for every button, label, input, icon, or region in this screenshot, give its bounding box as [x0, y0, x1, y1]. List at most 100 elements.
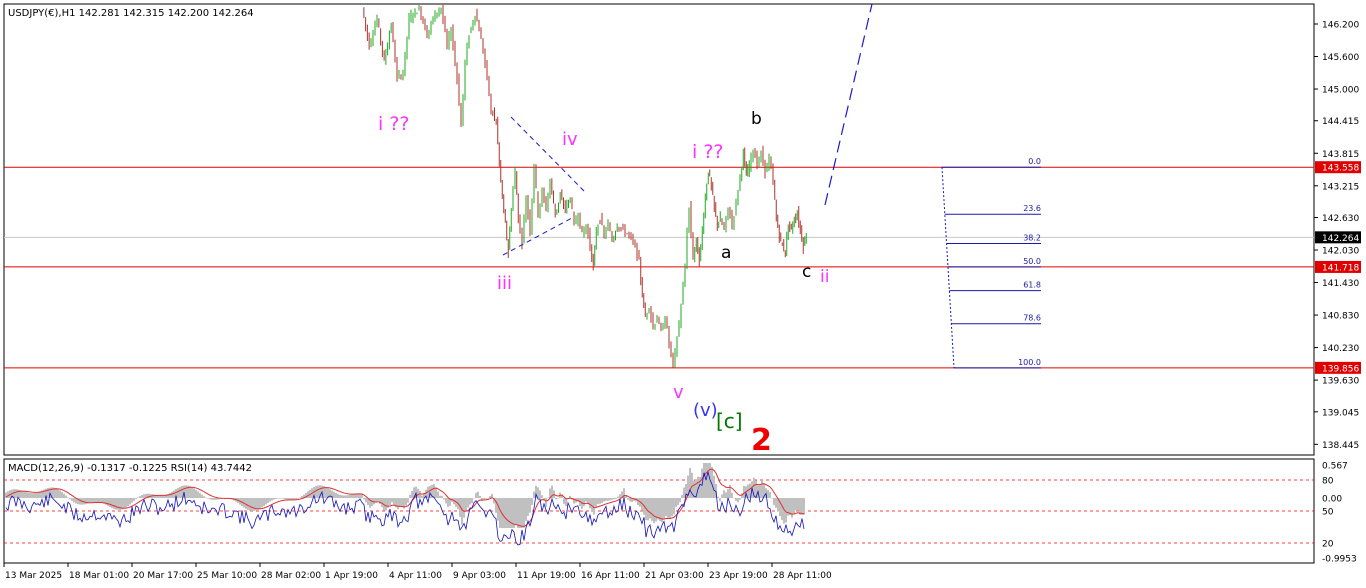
macd-histogram-bar	[463, 498, 465, 518]
macd-histogram-bar	[437, 491, 439, 498]
macd-histogram-bar	[477, 491, 479, 498]
wave-label: c	[802, 262, 811, 282]
macd-histogram-bar	[723, 490, 725, 498]
macd-histogram-bar	[351, 494, 353, 498]
macd-histogram-bar	[667, 498, 669, 518]
macd-histogram-bar	[67, 497, 69, 498]
macd-histogram-bar	[377, 498, 379, 501]
macd-histogram-bar	[197, 491, 199, 498]
price-tick-label: 139.045	[1322, 408, 1359, 418]
macd-histogram-bar	[389, 498, 391, 505]
macd-histogram-bar	[391, 498, 393, 503]
time-tick-label: 28 Apr 11:00	[773, 571, 832, 581]
macd-histogram-bar	[689, 467, 691, 498]
macd-histogram-bar	[215, 498, 217, 500]
macd-histogram-bar	[781, 498, 783, 521]
macd-histogram-bar	[677, 498, 679, 505]
macd-histogram-bar	[73, 498, 75, 503]
macd-histogram-bar	[407, 498, 409, 503]
macd-histogram-bar	[277, 498, 279, 499]
wave-label: (v)	[693, 400, 718, 421]
macd-histogram-bar	[133, 498, 135, 501]
macd-histogram-bar	[771, 498, 773, 499]
time-tick-label: 9 Apr 03:00	[453, 571, 506, 581]
macd-histogram-bar	[93, 498, 95, 503]
macd-histogram-bar	[209, 498, 211, 500]
macd-histogram-bar	[505, 498, 507, 528]
macd-histogram-bar	[665, 498, 667, 517]
macd-histogram-bar	[123, 498, 125, 509]
macd-histogram-bar	[467, 498, 469, 508]
macd-histogram-bar	[719, 498, 721, 502]
time-tick-label: 28 Mar 02:00	[261, 571, 321, 581]
macd-histogram-bar	[343, 495, 345, 498]
macd-histogram-bar	[109, 498, 111, 508]
macd-histogram-bar	[37, 492, 39, 498]
macd-histogram-bar	[773, 498, 775, 505]
price-tick-label: 145.000	[1322, 86, 1359, 96]
macd-histogram-bar	[605, 498, 607, 501]
macd-histogram-bar	[721, 494, 723, 498]
macd-histogram-bar	[515, 498, 517, 526]
fib-level-label: 0.0	[1028, 157, 1041, 166]
macd-histogram-bar	[33, 492, 35, 498]
macd-histogram-bar	[673, 498, 675, 515]
macd-histogram-bar	[281, 498, 283, 499]
macd-histogram-bar	[97, 498, 99, 503]
price-chart[interactable]: 0.0 23.6 38.2 50.0 61.8 78.6 100.0 143.558 141.…	[0, 0, 1366, 588]
macd-histogram-bar	[793, 498, 795, 514]
wave-label: v	[673, 382, 684, 403]
macd-histogram-bar	[205, 497, 207, 499]
macd-histogram-bar	[529, 498, 531, 513]
macd-histogram-bar	[117, 498, 119, 510]
macd-histogram-bar	[471, 498, 473, 504]
wave-label: a	[721, 243, 731, 263]
fib-level-label: 61.8	[1023, 281, 1041, 290]
wave-label: i ??	[378, 113, 410, 135]
macd-histogram-bar	[399, 498, 401, 506]
macd-histogram-bar	[499, 498, 501, 528]
macd-histogram-bar	[273, 498, 275, 500]
macd-histogram-bar	[607, 498, 609, 501]
macd-histogram-bar	[339, 494, 341, 498]
level-price-label: 141.718	[1322, 263, 1359, 273]
fib-level-label: 78.6	[1023, 314, 1041, 323]
wave-label: ii	[820, 267, 829, 287]
macd-histogram-bar	[397, 498, 399, 510]
macd-histogram-bar	[345, 495, 347, 498]
macd-histogram-bar	[259, 498, 261, 509]
fib-level-label: 38.2	[1023, 234, 1041, 243]
macd-histogram-bar	[707, 463, 709, 498]
indicator-tick-label: 0.00	[1322, 495, 1342, 505]
macd-histogram-bar	[107, 498, 109, 506]
macd-histogram-bar	[315, 486, 317, 498]
macd-histogram-bar	[525, 498, 527, 521]
macd-histogram-bar	[85, 498, 87, 505]
macd-histogram-bar	[517, 498, 519, 528]
macd-histogram-bar	[335, 493, 337, 498]
price-tick-label: 145.600	[1322, 53, 1359, 63]
macd-histogram-bar	[299, 497, 301, 498]
macd-histogram-bar	[95, 498, 97, 503]
macd-histogram-bar	[201, 494, 203, 498]
macd-histogram-bar	[393, 498, 395, 506]
macd-histogram-bar	[265, 498, 267, 505]
macd-histogram-bar	[27, 492, 29, 498]
macd-histogram-bar	[59, 490, 61, 498]
macd-histogram-bar	[207, 498, 209, 499]
macd-histogram-bar	[247, 498, 249, 510]
fib-level-label: 50.0	[1023, 257, 1041, 266]
macd-histogram-bar	[473, 498, 475, 499]
indicator-tick-label: -0.9953	[1322, 555, 1357, 565]
wave-label: b	[751, 109, 762, 129]
macd-histogram-bar	[191, 487, 193, 498]
macd-histogram-bar	[193, 488, 195, 498]
macd-histogram-bar	[363, 498, 365, 500]
macd-histogram-bar	[539, 490, 541, 498]
macd-histogram-bar	[353, 493, 355, 498]
macd-histogram-bar	[731, 492, 733, 498]
macd-histogram-bar	[739, 498, 741, 500]
macd-histogram-bar	[135, 498, 137, 500]
time-tick-label: 18 Mar 01:00	[69, 571, 129, 581]
macd-histogram-bar	[79, 498, 81, 505]
